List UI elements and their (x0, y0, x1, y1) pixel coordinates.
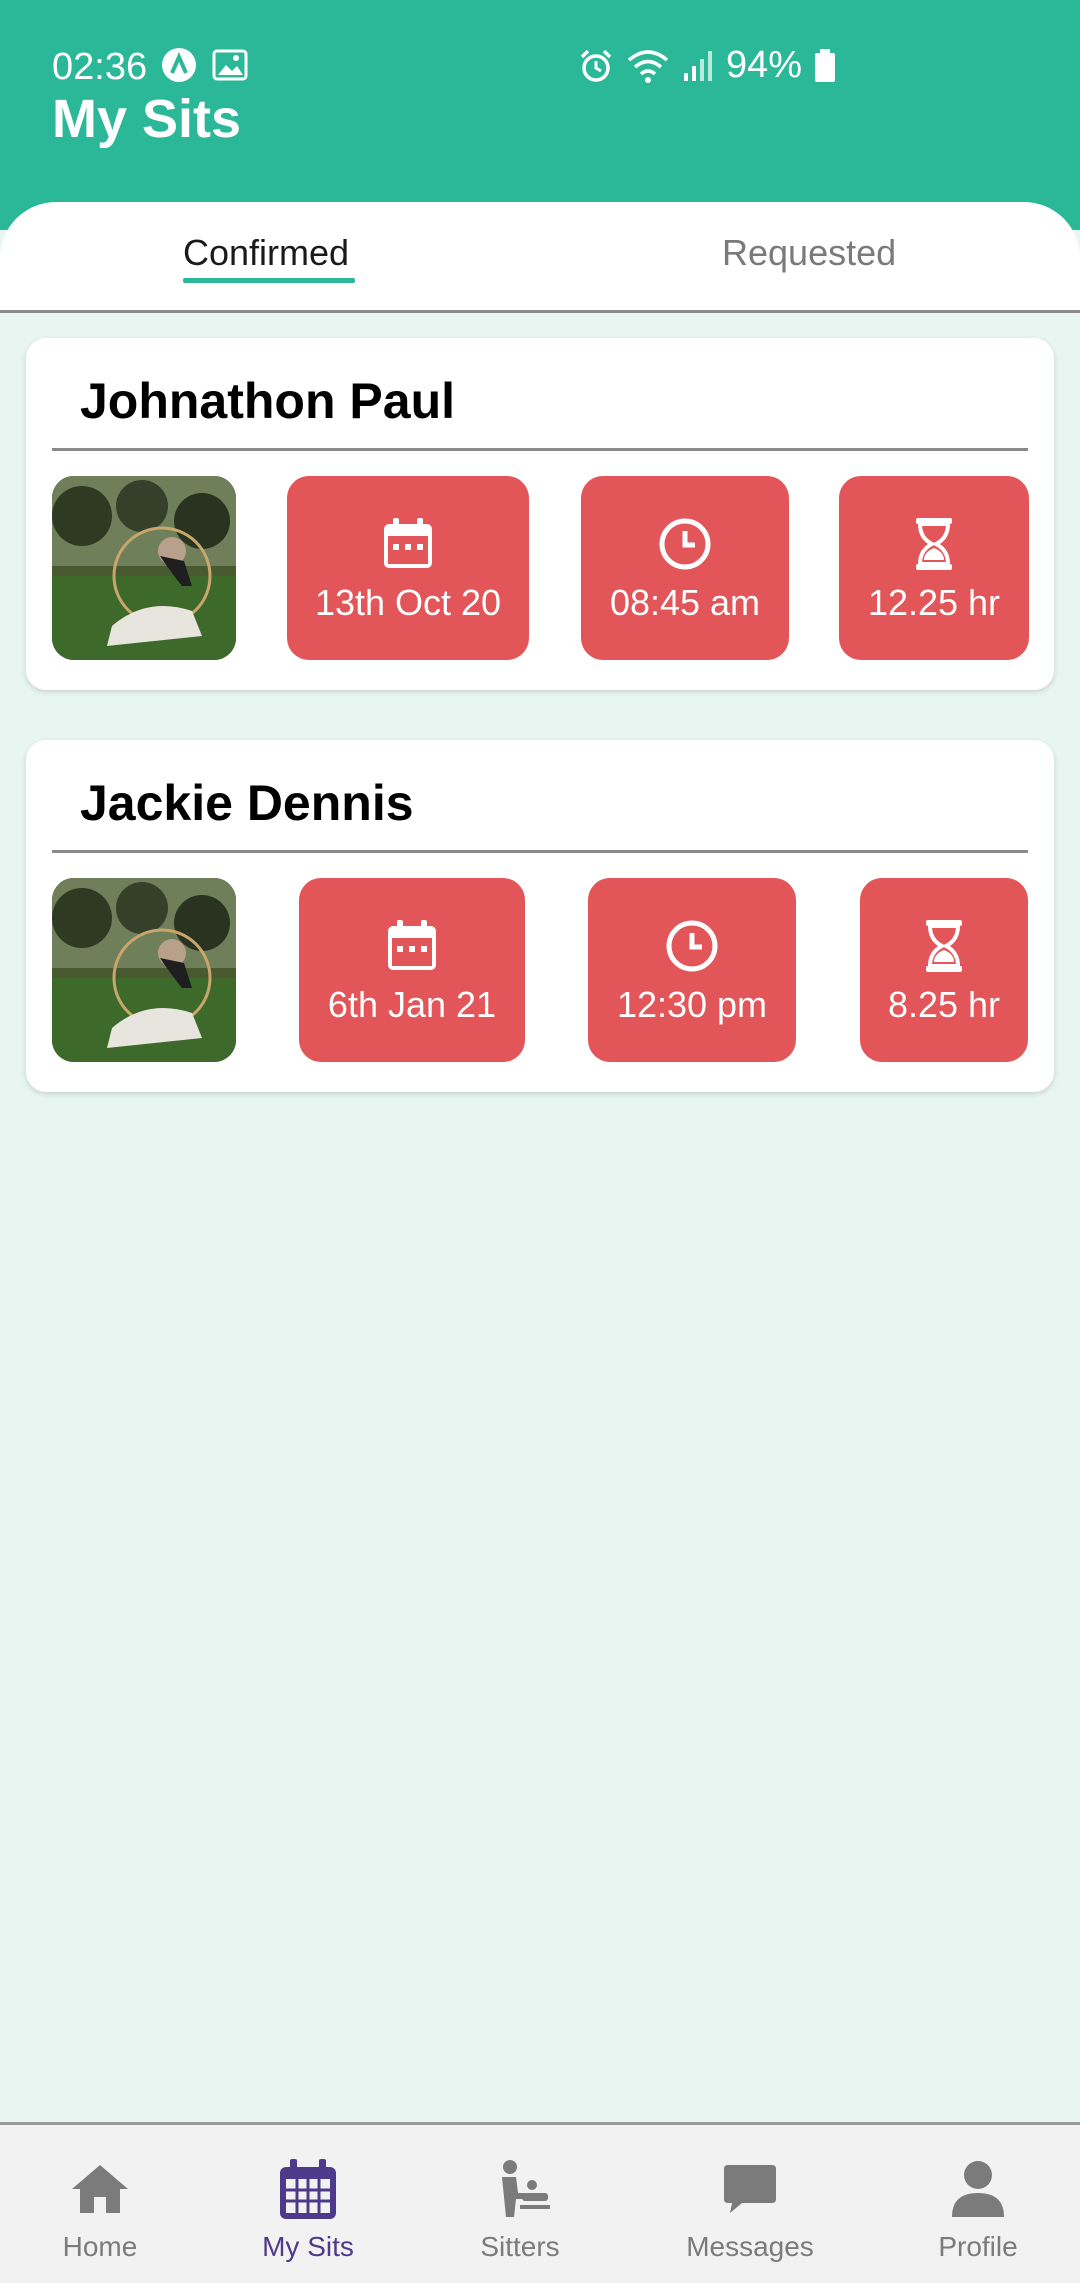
nav-home[interactable]: Home (40, 2125, 160, 2283)
tab-bar: Confirmed Requested (0, 202, 1080, 313)
nav-label: Messages (686, 2231, 814, 2262)
avatar (52, 476, 236, 660)
hourglass-icon (916, 518, 952, 570)
app-notification-icon (162, 48, 196, 82)
nav-label: Profile (938, 2231, 1018, 2262)
nav-label: Home (62, 2231, 138, 2262)
status-right-icons: 94% (578, 44, 836, 87)
image-notification-icon (212, 49, 248, 81)
page-title: My Sits (52, 89, 242, 149)
sit-time: 08:45 am (609, 582, 761, 623)
duration-badge: 8.25 hr (860, 878, 1028, 1062)
calendar-icon (280, 2159, 336, 2219)
sitter-name: Johnathon Paul (80, 373, 455, 429)
home-icon (72, 2165, 128, 2213)
nav-sitters[interactable]: Sitters (460, 2125, 580, 2283)
avatar-photo (52, 878, 236, 1062)
nav-my-sits[interactable]: My Sits (248, 2125, 368, 2283)
nav-label: Sitters (480, 2231, 560, 2262)
sit-date: 6th Jan 21 (327, 984, 497, 1025)
sit-card[interactable]: Johnathon Paul 13th Oct 20 08:45 am 12.2… (26, 338, 1054, 690)
sitter-name: Jackie Dennis (80, 775, 414, 831)
card-divider (52, 850, 1028, 853)
nav-messages[interactable]: Messages (660, 2125, 840, 2283)
time-badge: 08:45 am (581, 476, 789, 660)
status-time: 02:36 (52, 46, 148, 88)
bottom-navigation: Home My Sits Sitters Messages Profile (0, 2122, 1080, 2283)
status-left-icons (160, 46, 248, 84)
clock-icon (666, 920, 718, 972)
clock-icon (659, 518, 711, 570)
person-icon (952, 2161, 1004, 2217)
calendar-icon (384, 518, 432, 568)
sit-duration: 12.25 hr (867, 582, 1001, 623)
nav-label: My Sits (262, 2231, 354, 2262)
sitter-icon (502, 2160, 550, 2217)
date-badge: 13th Oct 20 (287, 476, 529, 660)
signal-icon (684, 50, 712, 81)
battery-percent: 94% (726, 44, 803, 86)
avatar-photo (52, 476, 236, 660)
app-header: 02:36 94% My Sits (0, 0, 1080, 230)
sit-date: 13th Oct 20 (314, 582, 502, 623)
tab-confirmed[interactable]: Confirmed (183, 232, 349, 274)
calendar-icon (388, 920, 436, 970)
sit-duration: 8.25 hr (887, 984, 1001, 1025)
chat-icon (724, 2165, 776, 2213)
nav-profile[interactable]: Profile (918, 2125, 1038, 2283)
battery-icon (815, 48, 836, 82)
active-tab-indicator (183, 278, 355, 283)
date-badge: 6th Jan 21 (299, 878, 525, 1062)
sit-time: 12:30 pm (616, 984, 768, 1025)
time-badge: 12:30 pm (588, 878, 796, 1062)
tab-requested[interactable]: Requested (722, 232, 896, 274)
duration-badge: 12.25 hr (839, 476, 1029, 660)
sit-card[interactable]: Jackie Dennis 6th Jan 21 12:30 pm 8.25 h… (26, 740, 1054, 1092)
avatar (52, 878, 236, 1062)
card-divider (52, 448, 1028, 451)
alarm-icon (580, 49, 612, 82)
hourglass-icon (926, 920, 962, 972)
wifi-icon (627, 49, 669, 83)
